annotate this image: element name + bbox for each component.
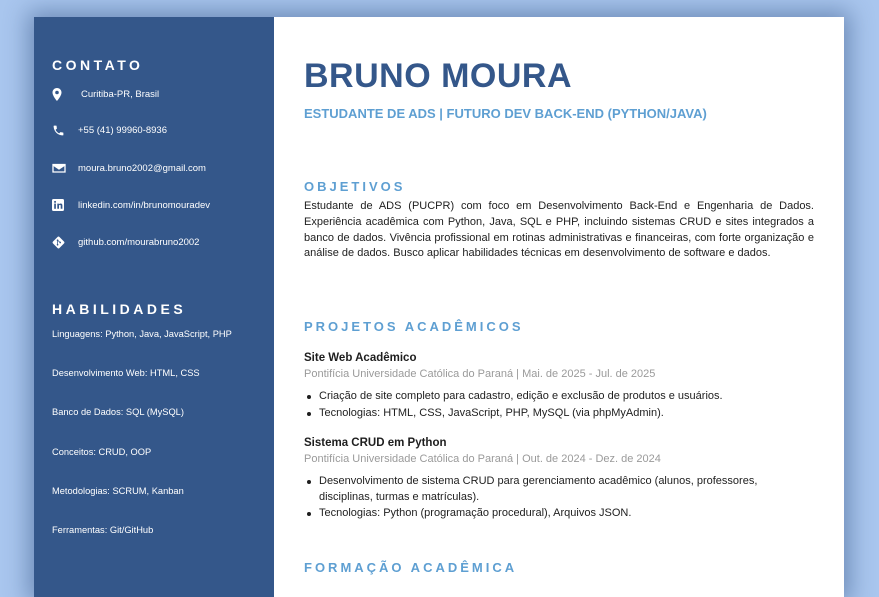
project-name: Site Web Acadêmico <box>304 352 417 364</box>
skill-item: Banco de Dados: SQL (MySQL) <box>52 407 184 417</box>
contact-linkedin-link[interactable]: linkedin.com/in/brunomouradev <box>78 200 210 211</box>
contact-github-link[interactable]: github.com/mourabruno2002 <box>78 237 199 248</box>
list-item: Tecnologias: Python (programação procedu… <box>304 506 794 522</box>
project-bullets: Desenvolvimento de sistema CRUD para ger… <box>304 474 794 523</box>
git-icon <box>52 235 68 249</box>
location-pin-icon <box>52 87 68 101</box>
main-content: BRUNO MOURA ESTUDANTE DE ADS | FUTURO DE… <box>274 17 844 597</box>
list-item: Tecnologias: HTML, CSS, JavaScript, PHP,… <box>304 406 814 422</box>
project-meta: Pontifícia Universidade Católica do Para… <box>304 368 656 380</box>
education-title: FORMAÇÃO ACADÊMICA <box>304 560 518 575</box>
skill-item: Metodologias: SCRUM, Kanban <box>52 486 184 496</box>
sidebar: CONTATO Curitiba-PR, Brasil +55 (41) 999… <box>34 17 274 597</box>
contact-phone-link[interactable]: +55 (41) 99960-8936 <box>78 125 167 136</box>
objectives-text: Estudante de ADS (PUCPR) com foco em Des… <box>304 200 814 260</box>
skill-item: Desenvolvimento Web: HTML, CSS <box>52 368 200 378</box>
list-item: Desenvolvimento de sistema CRUD para ger… <box>304 474 794 505</box>
contact-location-text: Curitiba-PR, Brasil <box>81 88 160 100</box>
skill-item: Linguagens: Python, Java, JavaScript, PH… <box>52 329 232 339</box>
list-item: Criação de site completo para cadastro, … <box>304 389 814 405</box>
contact-location: Curitiba-PR, Brasil <box>52 87 159 101</box>
contact-email: moura.bruno2002@gmail.com <box>52 161 206 175</box>
resume-page: CONTATO Curitiba-PR, Brasil +55 (41) 999… <box>34 17 844 597</box>
contact-linkedin: linkedin.com/in/brunomouradev <box>52 198 210 212</box>
skill-item: Ferramentas: Git/GitHub <box>52 525 154 535</box>
phone-icon <box>52 123 68 137</box>
linkedin-icon <box>52 198 68 212</box>
project-name: Sistema CRUD em Python <box>304 437 447 449</box>
contact-phone: +55 (41) 99960-8936 <box>52 123 167 137</box>
contact-section-title: CONTATO <box>52 57 144 73</box>
envelope-icon <box>52 161 68 175</box>
skill-item: Conceitos: CRUD, OOP <box>52 447 152 457</box>
project-meta: Pontifícia Universidade Católica do Para… <box>304 453 661 465</box>
skills-section-title: HABILIDADES <box>52 301 187 317</box>
contact-github: github.com/mourabruno2002 <box>52 235 199 249</box>
project-bullets: Criação de site completo para cadastro, … <box>304 389 814 422</box>
projects-title: PROJETOS ACADÊMICOS <box>304 319 524 334</box>
person-name: BRUNO MOURA <box>304 57 573 95</box>
person-subtitle: ESTUDANTE DE ADS | FUTURO DEV BACK-END (… <box>304 106 707 121</box>
contact-email-link[interactable]: moura.bruno2002@gmail.com <box>78 163 206 174</box>
objectives-title: OBJETIVOS <box>304 179 406 194</box>
